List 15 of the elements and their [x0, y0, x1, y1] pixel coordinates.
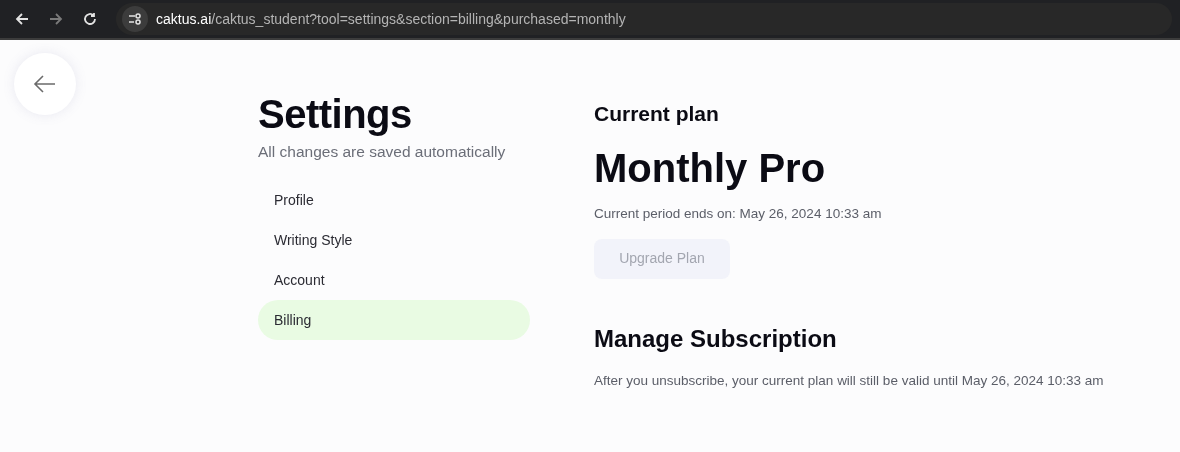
section-heading: Manage Subscription: [594, 323, 838, 354]
sidebar-item[interactable]: Billing: [258, 300, 530, 341]
page-subtitle: All changes are saved automatically: [258, 142, 507, 162]
site-settings-icon[interactable]: [122, 6, 148, 32]
page-title: Settings: [258, 92, 413, 136]
sidebar-item[interactable]: Writing Style: [258, 220, 530, 261]
back-arrow-icon: [33, 75, 57, 93]
url-text: caktus.ai/caktus_student?tool=settings&section=billing&purchased=monthly: [156, 9, 626, 29]
sidebar-item[interactable]: Account: [258, 260, 530, 301]
section-heading: Current plan: [594, 101, 720, 127]
sidebar-item[interactable]: Profile: [258, 180, 530, 221]
plan-name: Monthly Pro: [594, 144, 827, 192]
subscription-note: After you unsubscribe, your current plan will still be valid until May 26, 2024 10:33 am: [594, 371, 1104, 390]
address-bar[interactable]: caktus.ai/caktus_student?tool=settings&section=billing&purchased=monthly: [116, 3, 1172, 35]
period-text: Current period ends on: May 26, 2024 10:33 am: [594, 204, 883, 223]
